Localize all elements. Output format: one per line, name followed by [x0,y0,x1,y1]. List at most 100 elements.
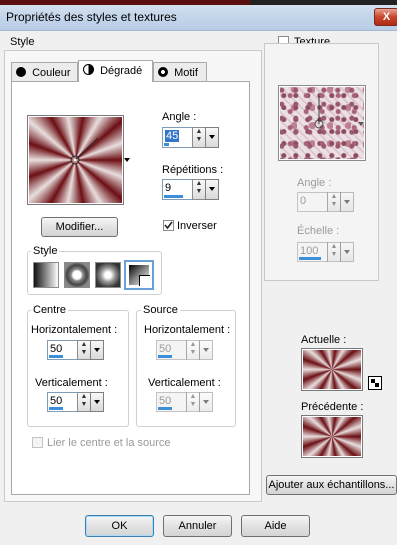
texture-scale-progress [299,257,321,260]
source-vertical-value: 50 [159,395,172,407]
invert-checkbox[interactable] [163,220,174,231]
angle-up-icon[interactable]: ▲ [193,128,205,136]
ok-button[interactable]: OK [85,515,154,537]
texture-scale-spinner: ▲ ▼ [327,242,341,262]
tab-couleur-label: Couleur [32,67,71,79]
center-horizontal-down-icon[interactable]: ▼ [78,349,90,357]
repetitions-up-icon[interactable]: ▲ [193,180,205,188]
texture-scale-label: Échelle : [297,225,340,237]
swap-icon[interactable] [368,376,382,390]
source-vertical-progress [158,407,172,410]
linear-style-icon[interactable] [33,262,59,288]
texture-angle-value: 0 [300,195,307,207]
repetitions-spinner[interactable]: ▲ ▼ [192,179,206,200]
texture-scale-input: 100 [297,242,328,262]
cancel-button[interactable]: Annuler [163,515,232,537]
source-vertical-dropdown-icon [203,400,209,404]
texture-angle-label: Angle : [297,177,332,189]
center-horizontal-up-icon[interactable]: ▲ [78,341,90,349]
center-vertical-dropdown-icon [94,400,100,404]
center-vertical-down-icon[interactable]: ▼ [78,401,90,409]
repetitions-input[interactable]: 9 [162,179,193,200]
add-to-swatches-button[interactable]: Ajouter aux échantillons... [266,475,397,495]
close-button[interactable]: X [374,8,397,26]
angle-spinner[interactable]: ▲ ▼ [192,127,206,148]
source-vertical-input: 50 [156,392,187,412]
texture-angle-input: 0 [297,192,328,212]
repetitions-value: 9 [165,182,172,194]
current-swatch [301,348,363,391]
tab-degrade[interactable]: Dégradé [78,60,153,82]
source-vertical-label: Verticalement : [148,377,221,389]
rectangular-style-icon[interactable] [64,262,90,288]
center-horizontal-spinner[interactable]: ▲ ▼ [77,340,91,360]
source-vertical-spinner: ▲ ▼ [186,392,200,412]
gradient-half-icon [83,64,94,75]
source-horizontal-spinner: ▲ ▼ [186,340,200,360]
angle-input[interactable]: 45 [162,127,193,148]
title-bar-strip-dark [250,0,397,5]
center-group-label: Centre [31,304,69,316]
style-group-label: Style [10,36,35,48]
source-vertical-down-icon: ▼ [189,401,197,408]
tab-motif[interactable]: Motif [153,62,207,82]
window-title: Propriétés des styles et textures [6,10,177,24]
source-horizontal-label: Horizontalement : [144,324,231,336]
center-horizontal-progress [49,355,63,358]
gradient-preview[interactable] [27,115,124,205]
previous-swatch[interactable] [301,415,363,458]
texture-angle-down-icon: ▼ [330,201,338,208]
texture-angle-spinner: ▲ ▼ [327,192,341,212]
source-horizontal-dropdown-icon [203,348,209,352]
center-vertical-dropdown[interactable] [90,392,104,412]
texture-scale-dropdown [340,242,354,262]
repetitions-progress [164,195,183,198]
source-horizontal-progress [158,355,172,358]
repetitions-down-icon[interactable]: ▼ [193,188,205,196]
center-horizontal-label: Horizontalement : [31,324,118,336]
link-center-source-label: Lier le centre et la source [47,437,171,449]
source-horizontal-down-icon: ▼ [189,349,197,356]
center-vertical-up-icon[interactable]: ▲ [78,393,90,401]
angle-label: Angle : [162,111,197,123]
help-button[interactable]: Aide [241,515,310,537]
tab-couleur[interactable]: Couleur [11,62,78,82]
current-label: Actuelle : [301,334,347,346]
texture-scale-up-icon: ▲ [330,243,338,250]
radial-style-icon[interactable] [124,260,154,290]
angle-dropdown[interactable] [205,127,219,148]
texture-center-handle-icon [314,96,324,129]
edit-gradient-button[interactable]: Modifier... [41,217,118,237]
gradient-dropdown-icon[interactable] [124,158,130,162]
center-horizontal-input[interactable]: 50 [47,340,78,360]
angle-progress [164,143,169,146]
texture-angle-dropdown-icon [344,200,350,204]
source-horizontal-dropdown [199,340,213,360]
texture-scale-dropdown-icon [344,250,350,254]
center-horizontal-dropdown[interactable] [90,340,104,360]
texture-scale-down-icon: ▼ [330,251,338,258]
texture-preview [278,85,366,161]
source-horizontal-value: 50 [159,343,172,355]
tab-motif-label: Motif [174,67,198,79]
angle-down-icon[interactable]: ▼ [193,136,205,144]
repetitions-dropdown[interactable] [205,179,219,200]
center-vertical-input[interactable]: 50 [47,392,78,412]
checkmark-icon [164,221,173,230]
center-vertical-value: 50 [50,395,63,407]
link-center-source-checkbox [32,437,43,448]
angle-value: 45 [165,130,180,142]
source-horizontal-input: 50 [156,340,187,360]
center-horizontal-dropdown-icon [94,348,100,352]
repetitions-dropdown-icon [209,187,215,191]
center-vertical-label: Verticalement : [35,377,108,389]
center-vertical-progress [49,407,63,410]
source-group-label: Source [141,304,180,316]
sunburst-style-icon[interactable] [95,262,121,288]
angle-dropdown-icon [209,135,215,139]
texture-dropdown-icon [358,122,364,126]
gradient-center-handle-icon [70,137,99,165]
center-vertical-spinner[interactable]: ▲ ▼ [77,392,91,412]
texture-scale-value: 100 [300,245,319,257]
center-horizontal-value: 50 [50,343,63,355]
